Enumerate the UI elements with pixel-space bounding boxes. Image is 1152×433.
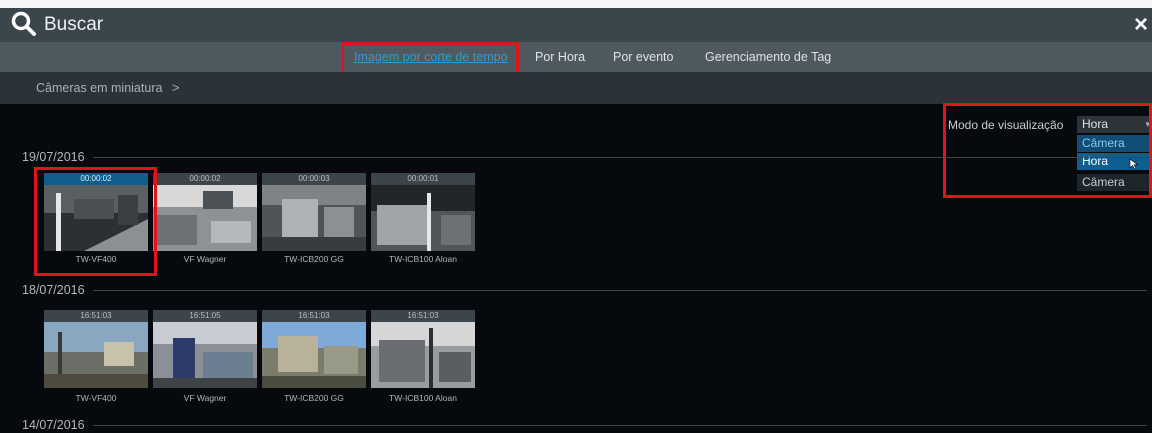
- camera-snapshot: [371, 322, 475, 388]
- camera-thumbnail[interactable]: 16:51:03: [371, 310, 475, 388]
- date-heading: 14/07/2016: [22, 417, 93, 433]
- camera-thumbnail[interactable]: 00:00:02: [153, 173, 257, 251]
- breadcrumb-item[interactable]: Câmeras em miniatura: [36, 72, 162, 104]
- search-icon[interactable]: [10, 10, 38, 38]
- camera-snapshot: [153, 322, 257, 388]
- page-title: Buscar: [44, 14, 104, 35]
- camera-name: TW-VF400: [75, 254, 117, 264]
- date-heading: 19/07/2016: [22, 149, 93, 165]
- camera-name: TW-ICB100 Aloan: [389, 393, 457, 403]
- thumbnail-time: 16:51:03: [262, 310, 366, 322]
- camera-name: TW-VF400: [75, 393, 117, 403]
- camera-name: VF Wagner: [183, 254, 227, 264]
- tab-tag-management[interactable]: Gerenciamento de Tag: [705, 42, 831, 72]
- close-icon[interactable]: ×: [1134, 11, 1148, 39]
- highlight-box-view-mode: [943, 103, 1152, 198]
- date-heading: 18/07/2016: [22, 282, 93, 298]
- camera-snapshot: [371, 185, 475, 251]
- thumbnail-time: 16:51:03: [371, 310, 475, 322]
- thumbnail-time: 00:00:02: [153, 173, 257, 185]
- camera-name: TW-ICB100 Aloan: [389, 254, 457, 264]
- camera-name: TW-ICB200 GG: [284, 254, 344, 264]
- camera-thumbnail[interactable]: 00:00:01: [371, 173, 475, 251]
- thumbnail-time: 00:00:01: [371, 173, 475, 185]
- camera-snapshot: [262, 185, 366, 251]
- tab-by-event[interactable]: Por evento: [613, 42, 673, 72]
- thumbnail-time: 16:51:03: [44, 310, 148, 322]
- title-bar: Buscar ×: [0, 8, 1152, 42]
- breadcrumb: Câmeras em miniatura >: [0, 72, 1152, 104]
- camera-name: VF Wagner: [183, 393, 227, 403]
- tab-bar: Imagem por corte de tempo Por Hora Por e…: [0, 42, 1152, 72]
- camera-name: TW-ICB200 GG: [284, 393, 344, 403]
- top-strip: [0, 0, 1152, 8]
- camera-thumbnail[interactable]: 00:00:03: [262, 173, 366, 251]
- camera-thumbnail[interactable]: 16:51:03: [44, 310, 148, 388]
- chevron-right-icon: >: [172, 80, 180, 95]
- camera-snapshot: [44, 322, 148, 388]
- thumbnail-time: 00:00:03: [262, 173, 366, 185]
- tab-by-hour[interactable]: Por Hora: [535, 42, 585, 72]
- thumbnail-time: 16:51:05: [153, 310, 257, 322]
- camera-thumbnail[interactable]: 16:51:05: [153, 310, 257, 388]
- date-divider: [22, 290, 1147, 291]
- camera-snapshot: [153, 185, 257, 251]
- date-divider: [22, 157, 1147, 158]
- highlight-box-tab: [341, 42, 519, 75]
- camera-thumbnail[interactable]: 16:51:03: [262, 310, 366, 388]
- camera-snapshot: [262, 322, 366, 388]
